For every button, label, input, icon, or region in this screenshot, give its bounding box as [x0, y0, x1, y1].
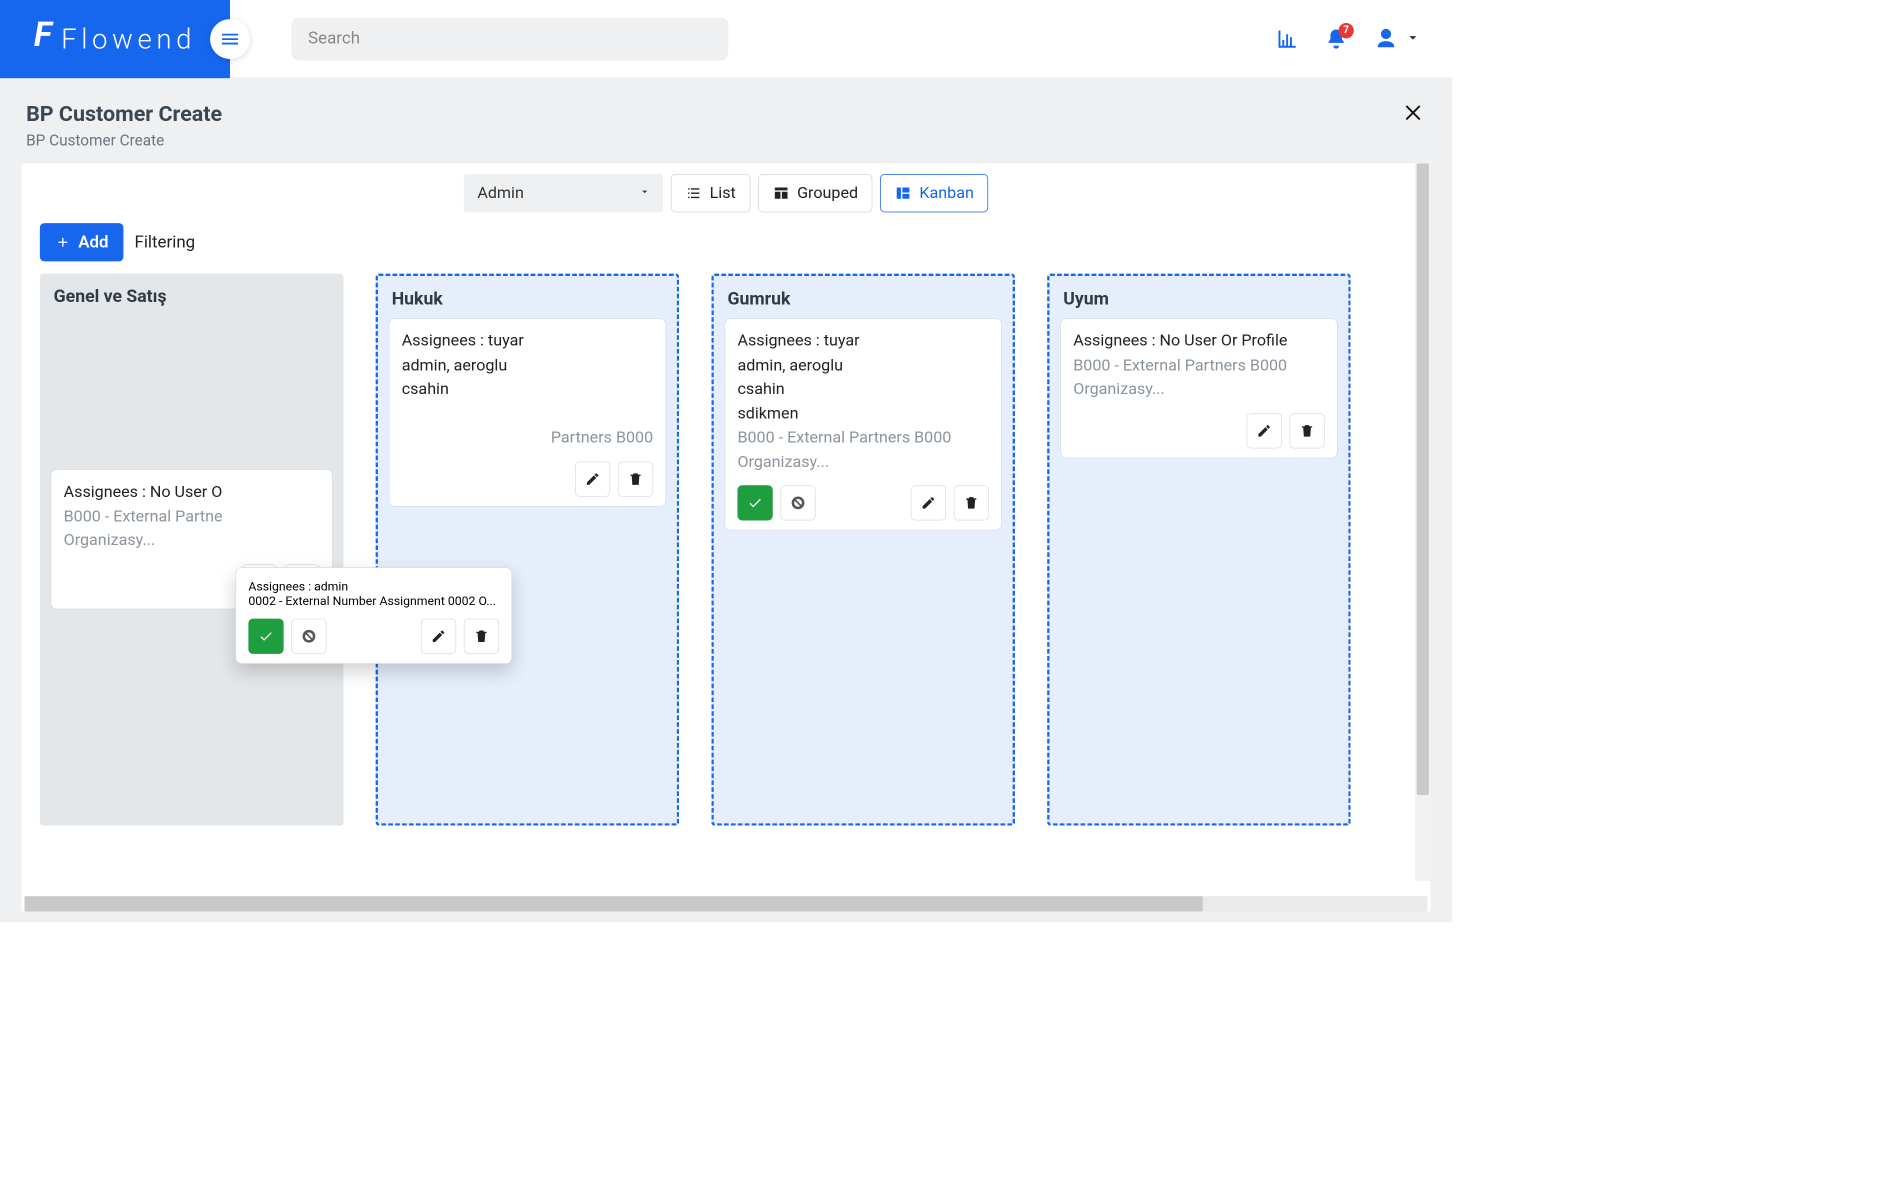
card-assignees: Assignees : tuyar: [402, 330, 653, 354]
card-desc: B000 - External Partne: [64, 505, 320, 529]
view-kanban-button[interactable]: Kanban: [880, 174, 988, 212]
analytics-button[interactable]: [1276, 27, 1299, 50]
content-area: BP Customer Create BP Customer Create Ad…: [0, 78, 1452, 922]
table-icon: [773, 185, 790, 202]
kanban-column-genel: Genel ve Satış Assignees : No User O B00…: [40, 274, 344, 826]
card-desc: 0002 - External Number Assignment 0002 O…: [248, 593, 499, 608]
card-assignees: Assignees : admin: [248, 579, 499, 594]
role-select[interactable]: Admin: [464, 174, 663, 212]
trash-icon: [474, 629, 489, 644]
delete-button[interactable]: [954, 485, 989, 520]
card-desc: B000 - External Partners B000 Organizasy…: [1073, 354, 1324, 402]
card-line: csahin: [737, 378, 988, 402]
action-toolbar: Add Filtering: [21, 220, 1430, 269]
pencil-icon: [431, 629, 446, 644]
column-title: Hukuk: [378, 276, 677, 318]
brand-mark-icon: F: [34, 14, 57, 54]
user-menu[interactable]: [1374, 26, 1422, 51]
view-list-label: List: [710, 184, 736, 202]
add-button-label: Add: [78, 233, 108, 252]
page-title: BP Customer Create: [26, 101, 222, 126]
kanban-card[interactable]: Assignees : No User Or Profile B000 - Ex…: [1060, 318, 1338, 458]
bar-chart-icon: [1276, 27, 1299, 50]
kanban-column-gumruk: Gumruk Assignees : tuyar admin, aeroglu …: [711, 274, 1015, 826]
reject-button[interactable]: [780, 485, 815, 520]
role-select-value: Admin: [477, 184, 524, 202]
chevron-down-icon: [1404, 29, 1421, 49]
edit-button[interactable]: [421, 619, 456, 654]
horizontal-scrollbar[interactable]: [21, 896, 1430, 911]
hamburger-icon: [219, 28, 240, 49]
brand-name: Flowend: [61, 23, 196, 55]
trash-icon: [964, 495, 979, 510]
check-icon: [258, 629, 273, 644]
approve-button[interactable]: [737, 485, 772, 520]
approve-button[interactable]: [248, 619, 283, 654]
card-line: sdikmen: [737, 402, 988, 426]
dragging-card[interactable]: Assignees : admin 0002 - External Number…: [235, 567, 512, 664]
search-input[interactable]: [291, 17, 728, 60]
pencil-icon: [921, 495, 936, 510]
notification-count-badge: 7: [1338, 23, 1353, 38]
plus-icon: [55, 235, 70, 250]
view-list-button[interactable]: List: [671, 174, 751, 212]
pencil-icon: [1256, 423, 1271, 438]
filtering-label[interactable]: Filtering: [135, 233, 196, 252]
vertical-scrollbar[interactable]: [1415, 163, 1430, 881]
column-title: Gumruk: [714, 276, 1013, 318]
kanban-card[interactable]: Assignees : tuyar admin, aeroglu csahin …: [724, 318, 1002, 530]
edit-button[interactable]: [1246, 413, 1281, 448]
kanban-column-hukuk: Hukuk Assignees : tuyar admin, aeroglu c…: [376, 274, 680, 826]
delete-button[interactable]: [618, 461, 653, 496]
user-avatar-icon: [1374, 26, 1399, 51]
card-line: admin, aeroglu: [402, 354, 653, 378]
column-title: Genel ve Satış: [40, 274, 344, 316]
add-button[interactable]: Add: [40, 223, 124, 261]
card-desc: Partners B000: [402, 426, 653, 450]
top-actions: 7: [1276, 26, 1452, 51]
trash-icon: [1299, 423, 1314, 438]
brand-area: F Flowend: [0, 0, 230, 78]
edit-button[interactable]: [911, 485, 946, 520]
list-icon: [685, 185, 702, 202]
edit-button[interactable]: [575, 461, 610, 496]
card-assignees: Assignees : tuyar: [737, 330, 988, 354]
view-grouped-button[interactable]: Grouped: [758, 174, 873, 212]
notifications-button[interactable]: 7: [1325, 27, 1348, 50]
card-desc2: Organizasy...: [64, 529, 320, 553]
caret-down-icon: [638, 184, 650, 202]
view-kanban-label: Kanban: [919, 184, 973, 202]
menu-toggle-button[interactable]: [210, 19, 250, 59]
topbar: F Flowend 7: [0, 0, 1452, 78]
delete-button[interactable]: [464, 619, 499, 654]
pencil-icon: [585, 471, 600, 486]
kanban-column-uyum: Uyum Assignees : No User Or Profile B000…: [1047, 274, 1351, 826]
view-grouped-label: Grouped: [797, 184, 858, 202]
trash-icon: [628, 471, 643, 486]
reject-button[interactable]: [291, 619, 326, 654]
page-header: BP Customer Create BP Customer Create: [21, 97, 1430, 164]
main-panel: Admin List Grouped Kanban: [21, 163, 1430, 911]
close-page-button[interactable]: [1403, 101, 1426, 127]
card-desc: B000 - External Partners B000 Organizasy…: [737, 426, 988, 474]
close-icon: [1403, 101, 1426, 124]
kanban-icon: [895, 185, 912, 202]
view-toolbar: Admin List Grouped Kanban: [21, 163, 1430, 220]
ban-icon: [790, 495, 805, 510]
card-assignees: Assignees : No User O: [64, 481, 320, 505]
delete-button[interactable]: [1289, 413, 1324, 448]
brand-logo: F Flowend: [34, 19, 196, 59]
check-icon: [747, 495, 762, 510]
card-line: admin, aeroglu: [737, 354, 988, 378]
kanban-card[interactable]: Assignees : tuyar admin, aeroglu csahin …: [389, 318, 667, 506]
page-subtitle: BP Customer Create: [26, 131, 222, 149]
search-wrap: [291, 17, 728, 60]
card-assignees: Assignees : No User Or Profile: [1073, 330, 1324, 354]
column-title: Uyum: [1049, 276, 1348, 318]
kanban-board: Genel ve Satış Assignees : No User O B00…: [21, 269, 1430, 829]
card-line: csahin: [402, 378, 653, 402]
card-line: [402, 402, 653, 426]
ban-icon: [301, 629, 316, 644]
